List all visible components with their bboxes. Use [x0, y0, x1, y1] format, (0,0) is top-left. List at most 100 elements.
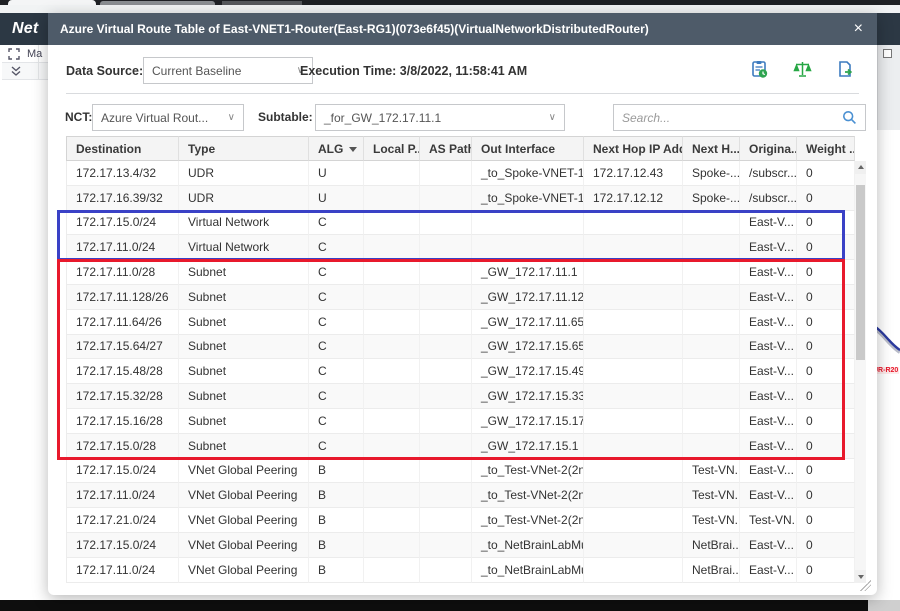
table-cell	[420, 260, 472, 285]
table-cell	[683, 235, 740, 260]
table-cell	[683, 434, 740, 459]
table-row[interactable]: 172.17.11.0/28SubnetC_GW_172.17.11.1East…	[66, 260, 855, 285]
table-cell: 0	[797, 310, 855, 335]
table-cell: Test-VN...	[683, 508, 740, 533]
table-row[interactable]: 172.17.11.128/26SubnetC_GW_172.17.11.129…	[66, 285, 855, 310]
data-source-select[interactable]: Current Baseline ∨	[143, 57, 313, 84]
search-icon[interactable]	[842, 110, 857, 125]
table-row[interactable]: 172.17.11.0/24VNet Global PeeringB_to_Te…	[66, 483, 855, 508]
table-cell: _to_Test-VNet-2(2n...	[472, 459, 584, 484]
column-header[interactable]: Next H...	[683, 136, 740, 161]
table-row[interactable]: 172.17.15.48/28SubnetC_GW_172.17.15.49Ea…	[66, 359, 855, 384]
maximize-icon[interactable]	[883, 49, 892, 58]
table-cell	[420, 235, 472, 260]
search-input[interactable]	[622, 111, 842, 125]
table-cell	[420, 533, 472, 558]
close-icon[interactable]: ×	[852, 21, 865, 37]
nct-select[interactable]: Azure Virtual Rout... ∨	[92, 104, 244, 131]
map-tab-label[interactable]: Ma	[27, 48, 42, 60]
table-cell	[584, 558, 683, 583]
table-cell: _to_Test-VNet-2(2n...	[472, 508, 584, 533]
collapse-double-chevron-icon[interactable]	[10, 65, 22, 77]
table-cell: Subnet	[179, 384, 309, 409]
screen: Net Ma UR-R20 Azure Virtual Route Table …	[0, 0, 900, 611]
subtable-select[interactable]: _for_GW_172.17.11.1 ∨	[315, 104, 565, 131]
table-row[interactable]: 172.17.15.64/27SubnetC_GW_172.17.15.65Ea…	[66, 335, 855, 360]
table-row[interactable]: 172.17.11.0/24Virtual NetworkCEast-V...0	[66, 235, 855, 260]
divider	[66, 93, 859, 94]
column-header[interactable]: Next Hop IP Add...	[584, 136, 683, 161]
table-cell	[364, 310, 420, 335]
table-row[interactable]: 172.17.15.16/28SubnetC_GW_172.17.15.17Ea…	[66, 409, 855, 434]
table-cell: Subnet	[179, 359, 309, 384]
column-header[interactable]: ALG	[309, 136, 364, 161]
table-cell: 0	[797, 285, 855, 310]
column-header[interactable]: Origina...	[740, 136, 797, 161]
column-header[interactable]: AS Path...	[420, 136, 472, 161]
table-cell: 0	[797, 235, 855, 260]
column-header[interactable]: Type	[179, 136, 309, 161]
table-cell	[420, 359, 472, 384]
column-header[interactable]: Out Interface	[472, 136, 584, 161]
table-row[interactable]: 172.17.15.0/24VNet Global PeeringB_to_Ne…	[66, 533, 855, 558]
table-cell: 172.17.21.0/24	[66, 508, 179, 533]
table-cell	[420, 558, 472, 583]
table-row[interactable]: 172.17.13.4/32UDRU_to_Spoke-VNET-1(...17…	[66, 161, 855, 186]
vertical-scrollbar[interactable]	[855, 161, 866, 583]
table-cell	[364, 359, 420, 384]
route-table-body: 172.17.13.4/32UDRU_to_Spoke-VNET-1(...17…	[66, 161, 855, 583]
table-cell: 172.17.15.0/24	[66, 533, 179, 558]
table-cell: _GW_172.17.11.129	[472, 285, 584, 310]
app-left-panel	[0, 45, 48, 600]
table-cell: C	[309, 359, 364, 384]
table-cell: C	[309, 335, 364, 360]
column-header[interactable]: Local P...	[364, 136, 420, 161]
table-cell: 0	[797, 211, 855, 236]
table-cell	[584, 285, 683, 310]
table-row[interactable]: 172.17.15.0/24Virtual NetworkCEast-V...0	[66, 211, 855, 236]
fullscreen-expand-icon[interactable]	[8, 48, 20, 60]
table-row[interactable]: 172.17.15.32/28SubnetC_GW_172.17.15.33Ea…	[66, 384, 855, 409]
table-cell	[420, 459, 472, 484]
scroll-up-arrow[interactable]	[855, 161, 866, 174]
table-cell: Test-VN...	[740, 508, 797, 533]
table-cell: 172.17.11.0/28	[66, 260, 179, 285]
chevron-down-icon: ∨	[228, 112, 235, 123]
table-row[interactable]: 172.17.15.0/28SubnetC_GW_172.17.15.1East…	[66, 434, 855, 459]
resize-handle-icon[interactable]	[860, 580, 871, 591]
table-cell: East-V...	[740, 483, 797, 508]
table-row[interactable]: 172.17.11.0/24VNet Global PeeringB_to_Ne…	[66, 558, 855, 583]
table-cell	[584, 434, 683, 459]
nct-value: Azure Virtual Rout...	[101, 111, 208, 125]
table-cell	[364, 335, 420, 360]
table-cell: Virtual Network	[179, 211, 309, 236]
table-cell	[584, 384, 683, 409]
table-cell: East-V...	[740, 235, 797, 260]
table-cell: C	[309, 310, 364, 335]
table-row[interactable]: 172.17.15.0/24VNet Global PeeringB_to_Te…	[66, 459, 855, 484]
dialog-header: Azure Virtual Route Table of East-VNET1-…	[48, 13, 877, 45]
data-source-value: Current Baseline	[152, 64, 241, 78]
table-row[interactable]: 172.17.16.39/32UDRU_to_Spoke-VNET-1(...1…	[66, 186, 855, 211]
table-cell	[584, 235, 683, 260]
subtable-label: Subtable:	[258, 110, 313, 124]
table-cell	[584, 409, 683, 434]
route-table: DestinationTypeALGLocal P...AS Path...Ou…	[66, 136, 855, 583]
table-row[interactable]: 172.17.11.64/26SubnetC_GW_172.17.11.65Ea…	[66, 310, 855, 335]
table-row[interactable]: 172.17.21.0/24VNet Global PeeringB_to_Te…	[66, 508, 855, 533]
table-cell: C	[309, 434, 364, 459]
table-cell: B	[309, 533, 364, 558]
column-header[interactable]: Weight ...	[797, 136, 855, 161]
table-cell: 172.17.12.43	[584, 161, 683, 186]
table-cell: VNet Global Peering	[179, 508, 309, 533]
export-icon[interactable]	[836, 60, 855, 79]
column-header[interactable]: Destination	[66, 136, 179, 161]
compare-icon[interactable]	[793, 60, 812, 79]
filter-caret-icon[interactable]	[349, 147, 357, 152]
scrollbar-thumb[interactable]	[856, 185, 865, 360]
route-table-header-row: DestinationTypeALGLocal P...AS Path...Ou…	[66, 136, 855, 161]
table-cell: 172.17.11.0/24	[66, 483, 179, 508]
table-cell: East-V...	[740, 558, 797, 583]
benchmark-history-icon[interactable]	[750, 60, 769, 79]
table-cell	[364, 285, 420, 310]
